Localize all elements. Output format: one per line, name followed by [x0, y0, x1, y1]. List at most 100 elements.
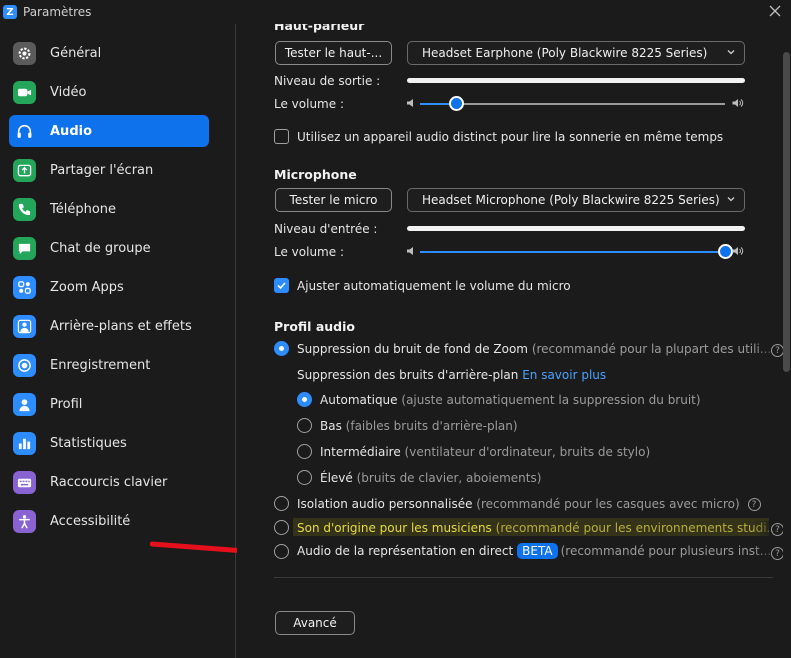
stats-icon	[13, 431, 36, 455]
sidebar-item-label: Audio	[50, 123, 93, 139]
close-icon	[769, 5, 781, 17]
sidebar-item-label: Arrière-plans et effets	[50, 318, 192, 334]
sidebar-item-recording[interactable]: Enregistrement	[9, 349, 209, 381]
zoom-noise-suppression-option: Suppression du bruit de fond de Zoom (re…	[297, 342, 771, 356]
background-suppression-label: Suppression des bruits d'arrière-plan	[297, 368, 519, 382]
title-bar: Z Paramètres	[0, 0, 791, 24]
auto-adjust-label: Ajuster automatiquement le volume du mic…	[297, 279, 571, 293]
test-microphone-button[interactable]: Tester le micro	[275, 188, 392, 212]
option-hint: (faibles bruits d'arrière-plan)	[345, 419, 518, 433]
original-sound-radio[interactable]	[274, 520, 289, 535]
close-button[interactable]	[767, 3, 783, 19]
advanced-button[interactable]: Avancé	[275, 611, 355, 635]
sidebar-item-video[interactable]: Vidéo	[9, 76, 209, 108]
sidebar-item-label: Raccourcis clavier	[50, 474, 168, 490]
sidebar-item-label: Zoom Apps	[50, 279, 124, 295]
volume-high-icon	[732, 99, 744, 107]
speaker-section-title: Haut-parleur	[274, 24, 365, 33]
suppression-level-radio-auto[interactable]	[297, 392, 312, 407]
suppression-level-radio-low[interactable]	[297, 418, 312, 433]
microphone-volume-fill	[420, 251, 725, 253]
sidebar-item-general[interactable]: Général	[9, 37, 209, 69]
live-performance-option: Audio de la représentation en direct BETA…	[297, 543, 771, 559]
sidebar-item-label: Partager l'écran	[50, 162, 154, 178]
microphone-section-title: Microphone	[274, 167, 357, 182]
auto-adjust-checkbox[interactable]	[274, 278, 289, 293]
sidebar-item-phone[interactable]: Téléphone	[9, 193, 209, 225]
option-label: Bas	[320, 419, 342, 433]
gear-icon	[13, 41, 36, 65]
sidebar-item-label: Chat de groupe	[50, 240, 151, 256]
suppression-level-option: Élevé (bruits de clavier, aboiements)	[320, 471, 541, 485]
speaker-volume-track[interactable]	[420, 103, 725, 105]
option-hint: (ajuste automatiquement la suppression d…	[401, 393, 701, 407]
sidebar-item-zoom-apps[interactable]: Zoom Apps	[9, 271, 209, 303]
microphone-device-value: Headset Microphone (Poly Blackwire 8225 …	[422, 193, 720, 207]
phone-icon	[13, 197, 36, 221]
sidebar-item-audio[interactable]: Audio	[9, 115, 209, 147]
option-hint: (recommandé pour les casques avec micro)	[476, 497, 740, 511]
custom-isolation-option: Isolation audio personnalisée (recommand…	[297, 497, 761, 511]
volume-low-icon	[407, 99, 413, 107]
option-label: Élevé	[320, 471, 353, 485]
sidebar-item-label: Vidéo	[50, 84, 87, 100]
option-label: Suppression du bruit de fond de Zoom	[297, 342, 528, 356]
output-level-meter	[407, 78, 745, 83]
sidebar-item-label: Accessibilité	[50, 513, 131, 529]
zoom-noise-suppression-radio[interactable]	[274, 341, 289, 356]
output-level-label: Niveau de sortie :	[274, 74, 381, 88]
sidebar-item-label: Enregistrement	[50, 357, 151, 373]
chat-icon	[13, 236, 36, 260]
live-performance-radio[interactable]	[274, 544, 289, 559]
suppression-level-option: Intermédiaire (ventilateur d'ordinateur,…	[320, 445, 650, 459]
option-label: Isolation audio personnalisée	[297, 497, 473, 511]
learn-more-link[interactable]: En savoir plus	[522, 368, 606, 382]
suppression-level-option: Bas (faibles bruits d'arrière-plan)	[320, 419, 518, 433]
speaker-volume-label: Le volume :	[274, 97, 344, 111]
microphone-device-select[interactable]: Headset Microphone (Poly Blackwire 8225 …	[407, 188, 745, 212]
input-level-meter	[407, 226, 745, 231]
speaker-volume-slider-thumb[interactable]	[449, 96, 465, 111]
sidebar-item-group-chat[interactable]: Chat de groupe	[9, 232, 209, 264]
microphone-volume-slider-thumb[interactable]	[717, 244, 733, 259]
scrollbar-thumb[interactable]	[783, 52, 790, 372]
sidebar-item-profile[interactable]: Profil	[9, 388, 209, 420]
record-icon	[13, 353, 36, 377]
option-hint: (recommandé pour plusieurs inst...	[560, 544, 772, 558]
sidebar-item-label: Statistiques	[50, 435, 127, 451]
original-sound-option: Son d'origine pour les musiciens (recomm…	[297, 521, 778, 535]
option-hint: (ventilateur d'ordinateur, bruits de sty…	[404, 445, 651, 459]
video-icon	[13, 80, 36, 104]
chevron-down-icon	[727, 197, 735, 202]
volume-high-icon	[732, 247, 744, 255]
keyboard-icon	[13, 470, 36, 494]
sidebar-item-backgrounds[interactable]: Arrière-plans et effets	[9, 310, 209, 342]
separate-ringer-checkbox[interactable]	[274, 129, 289, 144]
option-label: Intermédiaire	[320, 445, 401, 459]
microphone-volume-label: Le volume :	[274, 245, 344, 259]
help-icon[interactable]: ?	[747, 498, 761, 511]
option-hint: (bruits de clavier, aboiements)	[356, 471, 542, 485]
checkmark-icon	[277, 282, 286, 290]
audio-profile-section-title: Profil audio	[274, 319, 355, 334]
option-label: Automatique	[320, 393, 398, 407]
test-speaker-button[interactable]: Tester le haut-...	[275, 41, 392, 65]
custom-isolation-radio[interactable]	[274, 496, 289, 511]
accessibility-icon	[13, 509, 36, 533]
sidebar: Général Vidéo Audio Partager l'écran Tél…	[0, 24, 263, 658]
sidebar-item-keyboard-shortcuts[interactable]: Raccourcis clavier	[9, 466, 209, 498]
chevron-down-icon	[727, 50, 735, 55]
audio-settings-panel: Haut-parleur Tester le haut-... Headset …	[237, 24, 791, 658]
profile-icon	[13, 392, 36, 416]
sidebar-item-share-screen[interactable]: Partager l'écran	[9, 154, 209, 186]
window-title: Paramètres	[23, 5, 92, 19]
suppression-level-radio-medium[interactable]	[297, 444, 312, 459]
option-hint: (recommandé pour les environnements stud…	[495, 521, 778, 535]
sidebar-item-statistics[interactable]: Statistiques	[9, 427, 209, 459]
speaker-device-select[interactable]: Headset Earphone (Poly Blackwire 8225 Se…	[407, 41, 745, 65]
headphones-icon	[13, 119, 36, 143]
share-screen-icon	[13, 158, 36, 182]
sidebar-item-label: Général	[50, 45, 102, 61]
person-icon	[13, 314, 36, 338]
suppression-level-radio-high[interactable]	[297, 470, 312, 485]
